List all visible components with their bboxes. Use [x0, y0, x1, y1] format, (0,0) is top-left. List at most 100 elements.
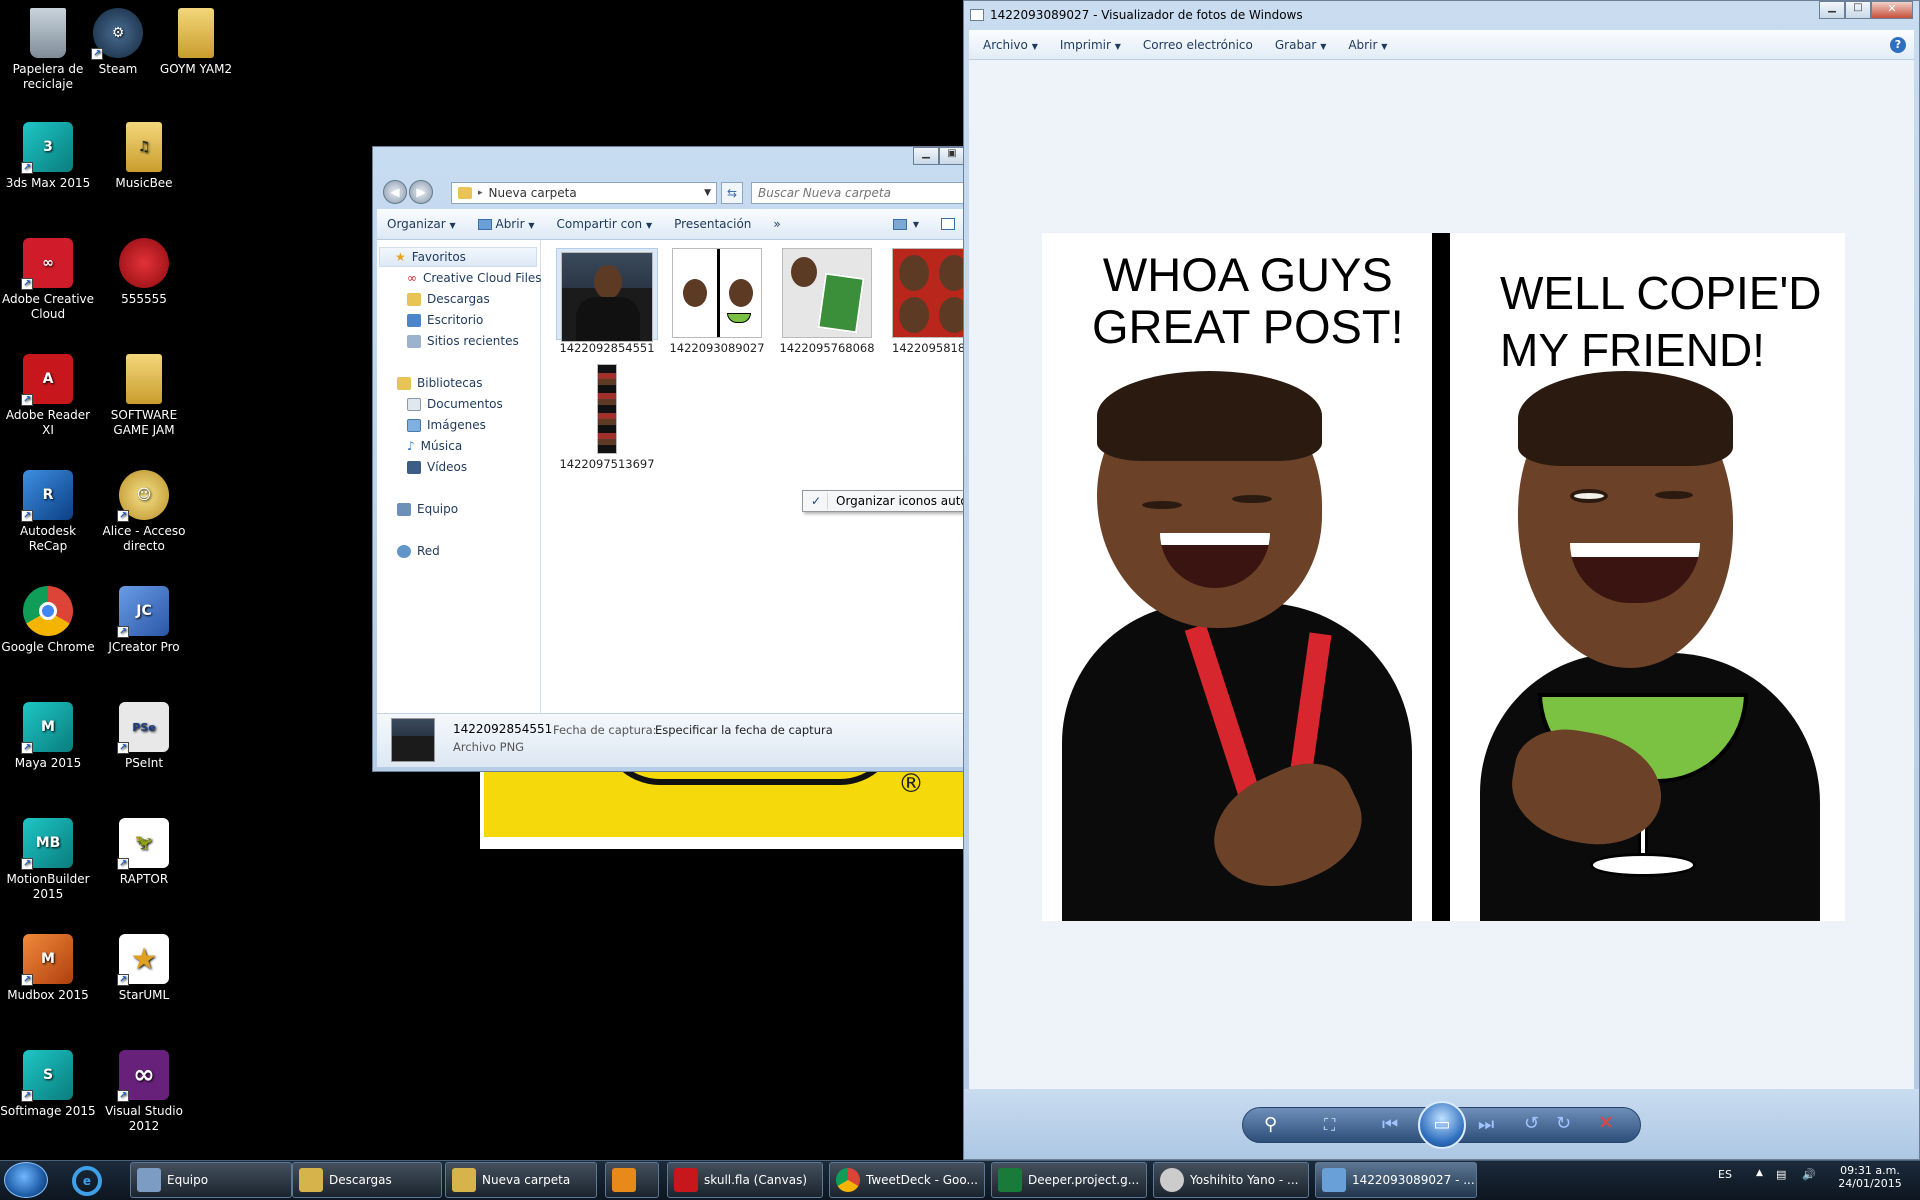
zoom-icon[interactable]: ⚲ — [1264, 1114, 1277, 1135]
menu-grabar[interactable]: Grabar ▼ — [1275, 38, 1326, 52]
rotate-left-icon[interactable]: ↺ — [1524, 1113, 1539, 1134]
open-button[interactable]: Abrir ▼ — [477, 217, 535, 231]
desktop-icon-musicbee[interactable]: ♫ MusicBee — [96, 122, 192, 191]
previous-icon[interactable]: ⏮ — [1382, 1114, 1398, 1135]
ie-icon[interactable]: e — [72, 1166, 102, 1196]
taskbar-button-equipo[interactable]: Equipo — [130, 1162, 292, 1198]
menu-correo[interactable]: Correo electrónico — [1143, 38, 1253, 52]
menu-archivo[interactable]: Archivo ▼ — [983, 38, 1038, 52]
taskbar-button-nueva-carpeta[interactable]: Nueva carpeta — [445, 1162, 597, 1198]
nav-favorites[interactable]: ★ Favoritos — [395, 250, 466, 264]
nav-network[interactable]: Red — [397, 544, 440, 558]
chevron-down-icon[interactable]: ▼ — [704, 188, 711, 198]
tray-expand-icon[interactable]: ▲ — [1756, 1168, 1763, 1178]
rotate-right-icon[interactable]: ↻ — [1556, 1113, 1571, 1134]
volume-icon[interactable]: 🔊 — [1802, 1168, 1816, 1181]
desktop-icon-mudbox[interactable]: M ↗ Mudbox 2015 — [0, 934, 96, 1003]
search-input[interactable] — [751, 182, 965, 204]
menu-abrir[interactable]: Abrir ▼ — [1348, 38, 1387, 52]
desktop-icon-software-game-jam[interactable]: SOFTWARE GAME JAM — [96, 354, 192, 438]
view-options-icon[interactable] — [892, 218, 907, 230]
address-bar[interactable]: ▸ Nueva carpeta ▼ — [451, 182, 717, 204]
3ds-max-icon: 3 ↗ — [21, 122, 73, 174]
nav-item-videos[interactable]: Vídeos — [407, 460, 467, 474]
maximize-button[interactable]: ▣ — [939, 147, 965, 165]
nav-item-downloads[interactable]: Descargas — [407, 292, 490, 306]
maximize-button[interactable]: □ — [1845, 1, 1871, 19]
videos-icon — [407, 460, 421, 474]
checkmark-icon: ✓ — [810, 494, 822, 508]
desktop-icon-motionbuilder[interactable]: MB ↗ MotionBuilder 2015 — [0, 818, 96, 902]
desktop-icon-staruml[interactable]: ★ ↗ StarUML — [96, 934, 192, 1003]
desktop-icon-jcreator[interactable]: JC ↗ JCreator Pro — [96, 586, 192, 655]
share-button[interactable]: Compartir con ▼ — [557, 217, 653, 231]
desktop-icon-softimage[interactable]: S ↗ Softimage 2015 — [0, 1050, 96, 1119]
nav-item-recent[interactable]: Sitios recientes — [407, 334, 519, 348]
refresh-button[interactable]: ⇆ — [721, 182, 743, 204]
next-icon[interactable]: ⏭ — [1478, 1114, 1494, 1135]
file-list: 1422092854551 1422093089027 142209576806… — [542, 240, 1070, 713]
back-button[interactable]: ◀ — [383, 180, 407, 204]
file-thumbnail[interactable] — [776, 248, 878, 343]
nav-item-music[interactable]: ♪ Música — [407, 439, 462, 453]
desktop-icon-alice[interactable]: ☺ ↗ Alice - Acceso directo — [96, 470, 192, 554]
language-indicator[interactable]: ES — [1718, 1168, 1732, 1181]
preview-pane-icon[interactable] — [941, 218, 955, 230]
minimize-button[interactable]: ▁ — [1819, 1, 1845, 19]
taskbar-button-photo-viewer[interactable]: 1422093089027 - ... — [1315, 1162, 1477, 1198]
close-button[interactable]: ✕ — [1871, 1, 1913, 19]
slideshow-button[interactable]: Presentación — [674, 217, 751, 231]
details-date-value[interactable]: Especificar la fecha de captura — [655, 723, 833, 737]
desktop-icon-adobe-reader[interactable]: A ↗ Adobe Reader XI — [0, 354, 96, 438]
nav-item-creative-cloud[interactable]: ∞ Creative Cloud Files — [407, 271, 542, 285]
organize-button[interactable]: Organizar ▼ — [387, 217, 456, 231]
menu-imprimir[interactable]: Imprimir ▼ — [1060, 38, 1121, 52]
desktop-icon-555555[interactable]: 555555 — [96, 238, 192, 307]
help-icon[interactable]: ? — [1890, 36, 1906, 53]
meme-panel-right: WELL COPIE'D MY FRIEND! — [1450, 233, 1845, 921]
nav-item-desktop[interactable]: Escritorio — [407, 313, 483, 327]
network-tray-icon[interactable]: ▤ — [1776, 1168, 1786, 1181]
file-thumbnail[interactable] — [666, 248, 768, 343]
nav-libraries[interactable]: Bibliotecas — [397, 376, 482, 390]
folder-icon — [299, 1168, 323, 1192]
delete-icon[interactable]: ✕ — [1598, 1112, 1614, 1134]
taskbar-button-descargas[interactable]: Descargas — [292, 1162, 442, 1198]
desktop-icon-goym-yam2[interactable]: GOYM YAM2 — [148, 8, 244, 77]
desktop-icon-label: GOYM YAM2 — [159, 62, 233, 76]
file-thumbnail[interactable] — [556, 364, 658, 459]
taskbar-button-yoshihito[interactable]: Yoshihito Yano - ... — [1153, 1162, 1309, 1198]
taskbar-button-tweetdeck[interactable]: TweetDeck - Goo... — [829, 1162, 985, 1198]
desktop-icon-google-chrome[interactable]: Google Chrome — [0, 586, 96, 655]
folder-icon — [126, 354, 162, 404]
fit-window-icon[interactable]: ⛶ — [1324, 1115, 1335, 1135]
desktop-icon-maya[interactable]: M ↗ Maya 2015 — [0, 702, 96, 771]
desktop-icon-adobe-cc[interactable]: ∞ ↗ Adobe Creative Cloud — [0, 238, 96, 322]
clock[interactable]: 09:31 a.m. 24/01/2015 — [1830, 1164, 1910, 1190]
desktop-icon-label: StarUML — [118, 988, 170, 1002]
start-button[interactable] — [4, 1162, 48, 1198]
file-thumbnail[interactable] — [556, 248, 658, 342]
more-button[interactable]: » — [773, 217, 780, 231]
taskbar-button-flash[interactable]: skull.fla (Canvas) — [667, 1162, 823, 1198]
person-eye-right — [1655, 491, 1693, 499]
desktop-icon-visual-studio[interactable]: ∞ ↗ Visual Studio 2012 — [96, 1050, 192, 1134]
explorer-toolbar: Organizar ▼ Abrir ▼ Compartir con ▼ Pres… — [377, 209, 963, 240]
creative-cloud-icon: ∞ — [407, 271, 417, 285]
minimize-button[interactable]: ▁ — [913, 147, 939, 165]
nav-item-documents[interactable]: Documentos — [407, 397, 503, 411]
media-player-icon — [612, 1168, 636, 1192]
slideshow-button[interactable]: ▭ — [1418, 1101, 1466, 1149]
taskbar-button-deeper[interactable]: Deeper.project.g... — [991, 1162, 1147, 1198]
taskbar-button-media[interactable] — [605, 1162, 659, 1198]
desktop-icon-raptor[interactable]: 🦖 ↗ RAPTOR — [96, 818, 192, 887]
nav-item-pictures[interactable]: Imágenes — [407, 418, 486, 432]
desktop-icon-pseint[interactable]: PSe ↗ PSeInt — [96, 702, 192, 771]
desktop-icon-3ds-max[interactable]: 3 ↗ 3ds Max 2015 — [0, 122, 96, 191]
folder-icon: ♫ — [126, 122, 162, 172]
nav-computer[interactable]: Equipo — [397, 502, 458, 516]
chevron-down-icon[interactable]: ▼ — [913, 220, 919, 229]
person-hair-left — [1097, 371, 1322, 461]
desktop-icon-autodesk-recap[interactable]: R ↗ Autodesk ReCap — [0, 470, 96, 554]
forward-button[interactable]: ▶ — [409, 180, 433, 204]
